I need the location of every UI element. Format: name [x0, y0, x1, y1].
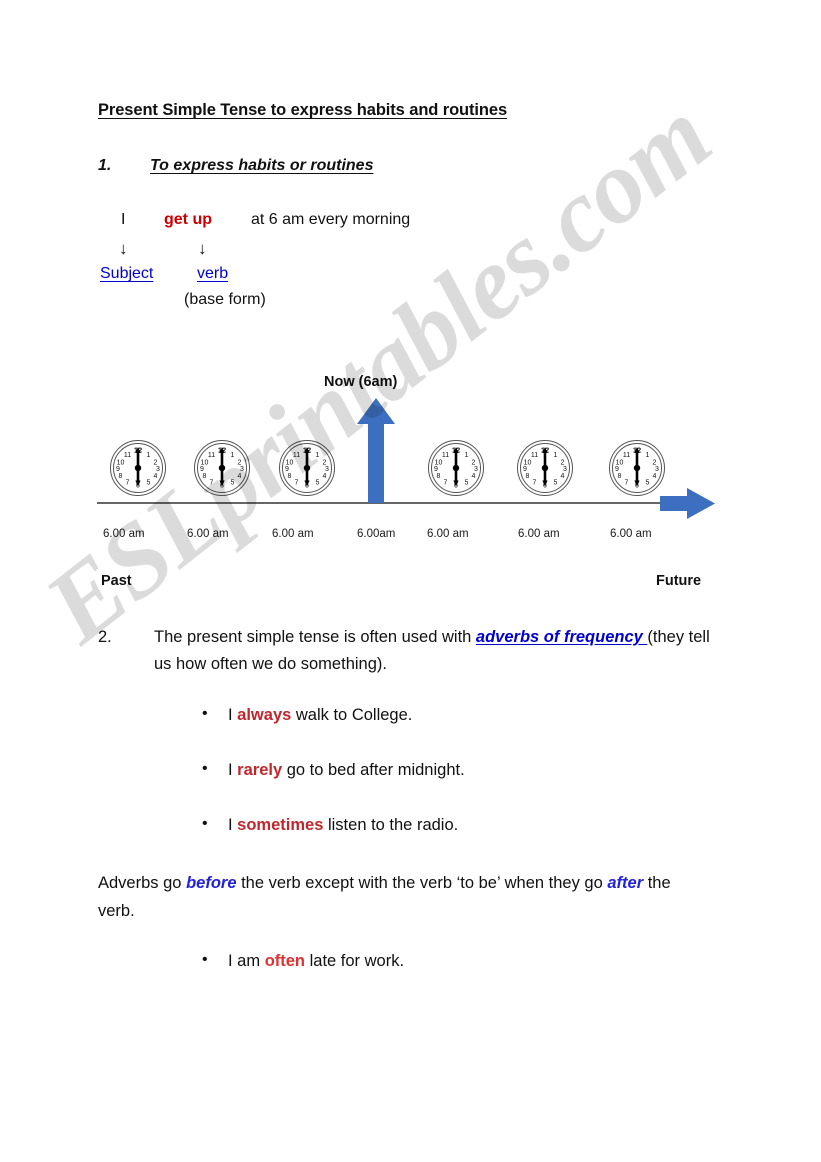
bullet-adverb: often — [264, 952, 306, 970]
page-title: Present Simple Tense to express habits a… — [98, 101, 508, 119]
clock-future-1 — [427, 439, 485, 497]
bullet-text-after: walk to College. — [291, 706, 413, 724]
section-two-text-before: The present simple tense is often used w… — [154, 628, 476, 646]
bullet-text-before: I — [228, 816, 238, 834]
list-item: I sometimes listen to the radio. — [196, 815, 666, 871]
adverbs-of-frequency-emphasis: adverbs of frequency — [475, 628, 648, 646]
down-arrow-icon-verb: ↓ — [198, 239, 207, 258]
clock-past-2 — [193, 439, 251, 497]
example-subject-word: I — [121, 211, 126, 228]
bullet-text-before: I — [228, 761, 238, 779]
section-two-text: The present simple tense is often used w… — [154, 624, 718, 678]
example-verb-word: get up — [164, 211, 212, 228]
label-verb: verb — [197, 265, 229, 282]
section-one-number: 1. — [98, 157, 112, 174]
bullet-text-after: listen to the radio. — [323, 816, 459, 834]
base-form-note: (base form) — [184, 291, 266, 308]
time-label-5: 6.00 am — [427, 528, 469, 540]
clock-past-1 — [109, 439, 167, 497]
down-arrow-icon-subject: ↓ — [119, 239, 128, 258]
section-one-heading-text: To express habits or routines — [150, 157, 374, 174]
example-rest-of-sentence: at 6 am every morning — [251, 211, 411, 228]
timeline-future-label: Future — [656, 573, 702, 589]
bullet-adverb: always — [237, 706, 292, 724]
worksheet-page: Present Simple Tense to express habits a… — [0, 0, 821, 1162]
bullet-text-before: I am — [228, 952, 265, 970]
adverb-placement-rule: Adverbs go before the verb except with t… — [98, 869, 706, 925]
timeline-time-labels: 6.00 am 6.00 am 6.00 am 6.00am 6.00 am 6… — [95, 528, 715, 546]
label-subject: Subject — [100, 265, 154, 282]
time-label-7: 6.00 am — [610, 528, 652, 540]
now-arrow-icon — [357, 398, 395, 503]
rule-emphasis-after: after — [607, 874, 644, 892]
timeline-figure: 12 1 2 3 4 5 6 7 8 9 10 11 — [97, 398, 715, 519]
time-label-3: 6.00 am — [272, 528, 314, 540]
bullet-adverb: sometimes — [237, 816, 324, 834]
bullet-text-after: late for work. — [305, 952, 405, 970]
timeline-now-label: Now (6am) — [324, 374, 398, 390]
time-label-1: 6.00 am — [103, 528, 145, 540]
section-one-heading: 1. To express habits or routines — [98, 157, 373, 175]
example-bullet-list: I always walk to College. I rarely go to… — [196, 705, 666, 871]
clock-future-2 — [516, 439, 574, 497]
future-arrow-icon — [660, 488, 715, 519]
bullet-adverb: rarely — [237, 761, 283, 779]
clock-past-3 — [278, 439, 336, 497]
list-item: I always walk to College. — [196, 705, 666, 761]
rule-emphasis-before: before — [186, 874, 237, 892]
time-label-2: 6.00 am — [187, 528, 229, 540]
list-item: I rarely go to bed after midnight. — [196, 760, 666, 816]
time-label-4: 6.00am — [357, 528, 396, 540]
list-item: I am often late for work. — [196, 951, 648, 971]
section-two-number: 2. — [98, 628, 112, 646]
rule-part-1: Adverbs go — [98, 874, 187, 892]
time-label-6: 6.00 am — [518, 528, 560, 540]
timeline-past-label: Past — [101, 573, 132, 589]
rule-part-2: the verb except with the verb ‘to be’ wh… — [236, 874, 608, 892]
clock-future-3 — [608, 439, 666, 497]
section-two: 2. The present simple tense is often use… — [98, 624, 718, 678]
bullet-text-after: go to bed after midnight. — [282, 761, 465, 779]
bullet-text-before: I — [228, 706, 238, 724]
